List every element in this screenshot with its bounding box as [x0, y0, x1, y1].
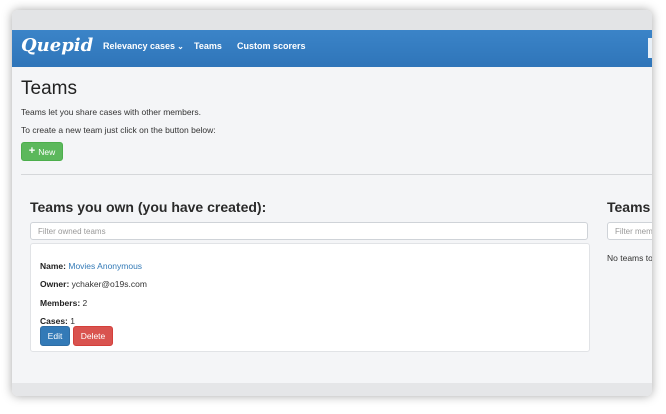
team-name-row: Name: Movies Anonymous [40, 261, 142, 271]
new-team-button-label: New [38, 146, 56, 157]
member-teams-title: Teams [607, 199, 651, 215]
team-cases-label: Cases: [40, 316, 68, 326]
section-divider [21, 174, 652, 175]
delete-team-button[interactable]: Delete [73, 326, 113, 346]
plus-icon: + [28, 145, 36, 157]
team-members-row: Members: 2 [40, 298, 87, 308]
team-owner-label: Owner: [40, 279, 70, 289]
no-member-teams-text: No teams to [607, 253, 652, 263]
window-titlebar [12, 10, 652, 31]
team-cases-value: 1 [70, 316, 75, 326]
edit-team-button[interactable]: Edit [40, 326, 70, 346]
team-members-value: 2 [82, 298, 88, 308]
team-name-label: Name: [40, 261, 66, 271]
brand-logo[interactable]: Quepid [21, 35, 93, 56]
team-owner-value: ychaker@o19s.com [71, 279, 147, 289]
create-team-instructions: To create a new team just click on the b… [21, 125, 216, 135]
intro-text: Teams let you share cases with other mem… [21, 107, 201, 117]
page-title: Teams [21, 78, 77, 99]
nav-teams[interactable]: Teams [194, 41, 222, 51]
team-cases-row: Cases: 1 [40, 316, 75, 326]
team-card: Name: Movies Anonymous Owner: ychaker@o1… [30, 243, 590, 352]
team-owner-row: Owner: ychaker@o19s.com [40, 279, 147, 289]
owned-teams-title: Teams you own (you have created): [30, 199, 267, 215]
browser-window: Quepid Relevancy cases ⌄ Teams Custom sco… [12, 10, 652, 396]
nav-relevancy-cases[interactable]: Relevancy cases ⌄ [103, 41, 184, 51]
new-team-button[interactable]: + New [21, 142, 63, 161]
nav-relevancy-cases-label: Relevancy cases [103, 41, 176, 51]
owned-teams-filter-input[interactable] [30, 222, 588, 240]
team-members-label: Members: [40, 298, 81, 308]
chevron-down-icon: ⌄ [177, 42, 184, 51]
nav-custom-scorers[interactable]: Custom scorers [237, 41, 306, 51]
navbar-right-edge [648, 38, 652, 58]
member-teams-filter-input[interactable] [607, 222, 652, 240]
team-name-link[interactable]: Movies Anonymous [68, 261, 142, 271]
top-navbar: Quepid Relevancy cases ⌄ Teams Custom sco… [12, 30, 652, 67]
window-bottom-bar [12, 383, 652, 396]
